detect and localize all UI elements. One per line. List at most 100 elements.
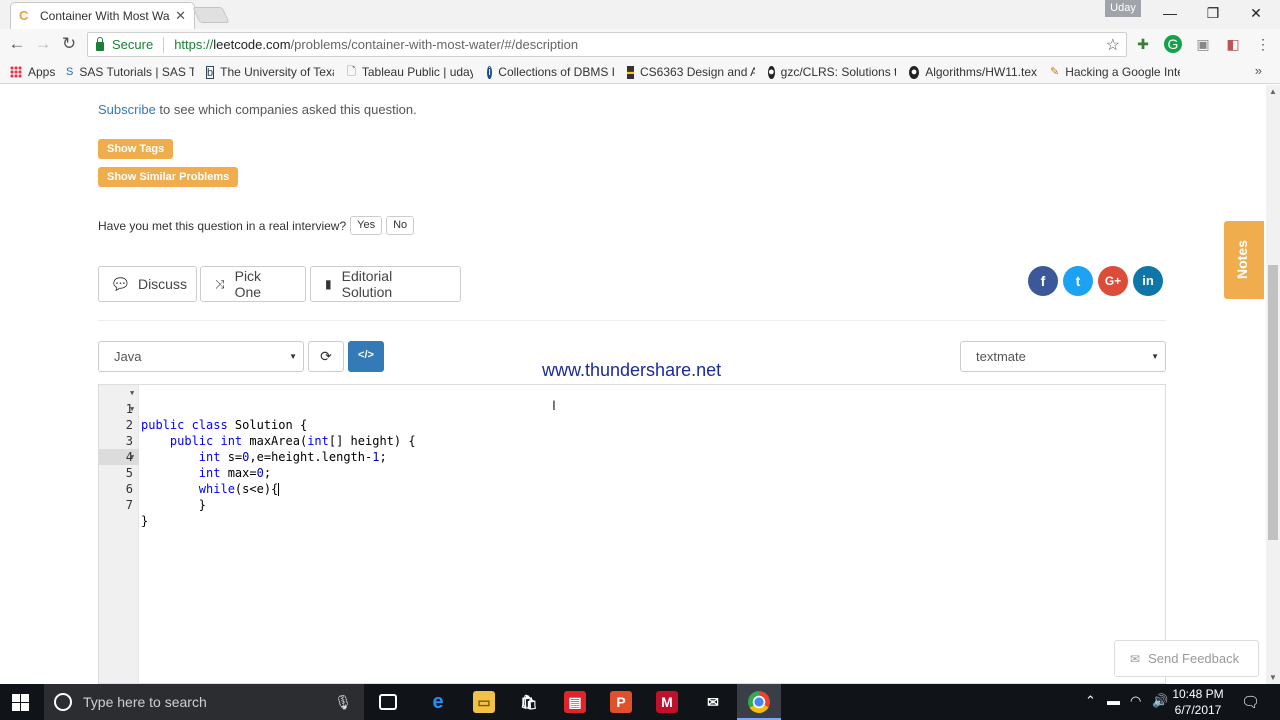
back-icon[interactable]: ← — [6, 33, 28, 55]
editorial-solution-button[interactable]: ▮ Editorial Solution — [310, 266, 461, 302]
close-window-icon[interactable]: ✕ — [1236, 2, 1276, 24]
taskbar-search[interactable]: Type here to search 🎙 — [44, 684, 364, 720]
microphone-icon[interactable]: 🎙 — [334, 694, 352, 711]
extension-pin-icon[interactable]: ✚ — [1134, 35, 1152, 53]
yes-button[interactable]: Yes — [350, 216, 383, 235]
bookmark-star-icon[interactable]: ☆ — [1106, 35, 1120, 55]
chrome-menu-icon[interactable]: ⋮ — [1254, 35, 1272, 53]
apps-grid-icon — [10, 66, 22, 78]
page-scrollbar[interactable]: ▲ ▼ — [1266, 85, 1280, 684]
bookmark-hacking[interactable]: ✎ Hacking a Google Inte — [1050, 64, 1180, 80]
address-bar[interactable]: Secure https://leetcode.com/problems/con… — [87, 32, 1127, 57]
code-line: 6 } — [125, 482, 207, 512]
bookmark-apps[interactable]: Apps — [10, 64, 60, 80]
extension-box-icon[interactable]: ▣ — [1194, 35, 1212, 53]
comment-icon: 💬 — [113, 277, 128, 291]
secure-label: Secure — [112, 37, 154, 52]
show-tags-button[interactable]: Show Tags — [98, 139, 174, 159]
url-text[interactable]: https://leetcode.com/problems/container-… — [174, 37, 578, 52]
subscribe-link[interactable]: Subscribe — [98, 102, 156, 117]
pick-one-button[interactable]: ⤨ Pick One — [200, 266, 306, 302]
scrollbar-thumb[interactable] — [1268, 265, 1278, 540]
wifi-icon[interactable]: ◠ — [1130, 693, 1141, 709]
volume-icon[interactable]: 🔊 — [1152, 693, 1168, 709]
info-icon: i — [487, 65, 493, 79]
chevron-down-icon: ▼ — [1151, 352, 1159, 361]
profile-badge[interactable]: Uday — [1105, 0, 1141, 17]
discuss-button[interactable]: 💬 Discuss — [98, 266, 197, 302]
divider — [98, 320, 1166, 321]
notes-tab[interactable]: Notes — [1224, 221, 1264, 299]
task-view-icon[interactable] — [379, 694, 397, 710]
send-feedback-button[interactable]: ✉ Send Feedback — [1114, 640, 1259, 677]
bookmark-cs6363[interactable]: ▬ CS6363 Design and A — [627, 64, 755, 80]
lock-icon — [96, 36, 104, 51]
edit-page-icon: ✎ — [1050, 65, 1060, 78]
more-bookmarks-icon[interactable]: » — [1255, 63, 1262, 78]
code-editor[interactable]: 1 ▼ public class Solution { 2 ▼ public int… — [98, 384, 1166, 684]
chrome-icon[interactable] — [748, 691, 770, 713]
forward-icon[interactable]: → — [32, 33, 54, 55]
language-select[interactable]: Java ▼ — [98, 341, 304, 372]
envelope-icon: ✉ — [1130, 651, 1141, 666]
red-app-icon[interactable]: ▤ — [564, 691, 586, 713]
code-line: 1 ▼ public class Solution { — [99, 385, 307, 432]
code-toggle-button[interactable]: </> — [348, 341, 384, 372]
facebook-icon[interactable]: f — [1028, 266, 1058, 296]
ibeam-cursor-icon: I — [552, 397, 556, 413]
code-line: 4 int max=0; — [125, 450, 272, 480]
leetcode-favicon-icon: C — [19, 8, 29, 23]
minimize-icon[interactable]: — — [1150, 2, 1190, 24]
utd-icon: ▬ — [627, 65, 634, 79]
fold-arrow-icon: ▼ — [130, 405, 135, 413]
file-explorer-icon[interactable]: ▭ — [473, 691, 495, 713]
network-icon[interactable]: ▬ — [1107, 693, 1120, 708]
scroll-up-icon: ▲ — [1269, 87, 1277, 96]
edge-icon[interactable]: e — [427, 691, 449, 713]
grammarly-icon[interactable]: G — [1164, 35, 1182, 53]
reload-icon[interactable]: ↻ — [58, 33, 80, 55]
tray-chevron-icon[interactable]: ⌃ — [1085, 693, 1096, 709]
store-icon[interactable]: 🛍 — [518, 691, 540, 713]
extension-camera-icon[interactable]: ◧ — [1224, 35, 1242, 53]
linkedin-icon[interactable]: in — [1133, 266, 1163, 296]
bookmark-clrs[interactable]: ● gzc/CLRS: Solutions to — [768, 64, 896, 80]
google-plus-icon[interactable]: G+ — [1098, 266, 1128, 296]
notes-label: Notes — [1234, 240, 1250, 279]
text-cursor — [278, 483, 280, 496]
new-tab-button[interactable] — [192, 7, 230, 23]
bookmarks-bar: Apps S SAS Tutorials | SAS Tra b The Unive… — [0, 60, 1280, 84]
clock-date: 6/7/2017 — [1174, 703, 1222, 717]
theme-select[interactable]: textmate ▼ — [960, 341, 1166, 372]
mail-icon[interactable]: ✉ — [702, 691, 724, 713]
browser-tab[interactable]: C Container With Most Wa ✕ — [10, 2, 195, 29]
bookmark-utd[interactable]: b The University of Texa — [206, 64, 334, 80]
sas-icon: S — [66, 65, 74, 78]
bookmark-algorithms[interactable]: ● Algorithms/HW11.tex — [909, 64, 1037, 80]
taskbar-search-placeholder: Type here to search — [83, 694, 207, 710]
shuffle-icon: ⤨ — [215, 276, 225, 291]
no-button[interactable]: No — [386, 216, 415, 235]
action-center-icon[interactable]: 🗨 — [1241, 693, 1260, 711]
bookmark-tableau[interactable]: 🗋 Tableau Public | uday — [347, 64, 473, 80]
code-line: 3 int s=0,e=height.length-1; — [125, 434, 387, 464]
fold-arrow-icon: ▼ — [130, 389, 135, 397]
chevron-down-icon: ▼ — [289, 352, 297, 361]
twitter-icon[interactable]: t — [1063, 266, 1093, 296]
taskbar-clock[interactable]: 10:48 PM 6/7/2017 — [1168, 686, 1228, 718]
code-line: 2 ▼ public int maxArea(int[] height) { — [99, 401, 416, 448]
tab-strip: C Container With Most Wa ✕ Uday — ❐ ✕ — [0, 0, 1280, 29]
subscribe-text: Subscribe to see which companies asked t… — [98, 102, 417, 117]
reset-code-button[interactable]: ⟳ — [308, 341, 344, 372]
restore-icon[interactable]: ❐ — [1193, 2, 1233, 24]
show-similar-problems-button[interactable]: Show Similar Problems — [98, 167, 239, 187]
watermark-text: www.thundershare.net — [542, 360, 722, 380]
powerpoint-icon[interactable]: P — [610, 691, 632, 713]
windows-taskbar: Type here to search 🎙 e ▭ 🛍 ▤ P M ✉ ⌃ ▬ … — [0, 684, 1280, 720]
mcafee-icon[interactable]: M — [656, 691, 678, 713]
cortana-icon — [54, 693, 72, 711]
bookmark-sas[interactable]: S SAS Tutorials | SAS Tra — [66, 64, 194, 80]
bookmark-dbms[interactable]: i Collections of DBMS I — [487, 64, 615, 80]
tab-close-icon[interactable]: ✕ — [175, 8, 186, 24]
windows-start-icon[interactable] — [12, 694, 30, 712]
